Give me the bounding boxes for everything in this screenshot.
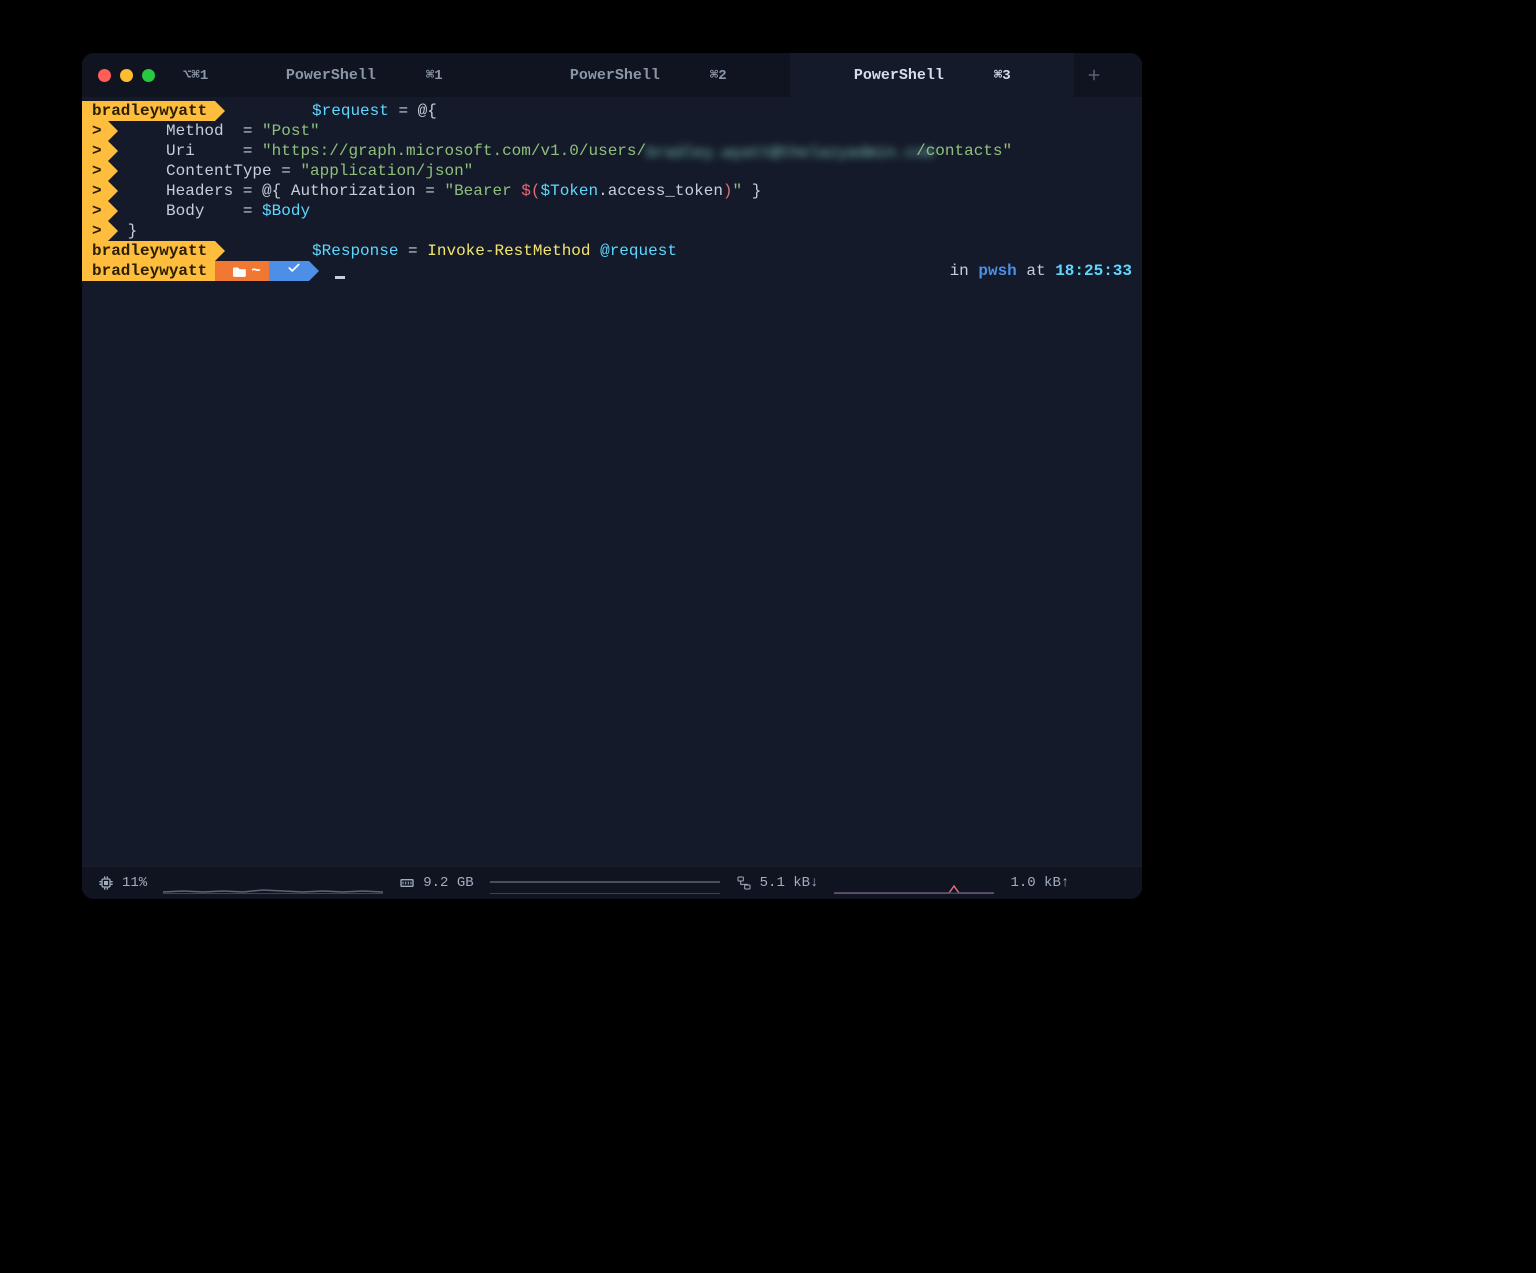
network-icon bbox=[736, 875, 752, 891]
prompt-continuation: > bbox=[82, 161, 108, 181]
new-tab-button[interactable] bbox=[1074, 53, 1114, 97]
prompt-continuation: > bbox=[82, 181, 108, 201]
prompt-continuation: > bbox=[82, 221, 108, 241]
tab-label: PowerShell bbox=[570, 67, 660, 84]
cpu-value: 11% bbox=[122, 875, 147, 891]
tab-powershell-2[interactable]: PowerShell ⌘2 bbox=[506, 53, 790, 97]
tab-shortcut: ⌘3 bbox=[994, 67, 1011, 84]
zoom-icon[interactable] bbox=[142, 69, 155, 82]
timestamp: 18:25:33 bbox=[1055, 262, 1132, 280]
folder-icon bbox=[233, 265, 247, 277]
terminal-window: ⌥⌘1 PowerShell ⌘1 PowerShell ⌘2 PowerShe… bbox=[82, 53, 1142, 899]
tab-label: PowerShell bbox=[286, 67, 376, 84]
check-icon bbox=[287, 261, 301, 275]
memory-value: 9.2 GB bbox=[423, 875, 473, 891]
prompt-user: bradleywyatt bbox=[82, 261, 215, 281]
prompt-continuation: > bbox=[82, 201, 108, 221]
prompt-user: bradleywyatt bbox=[82, 241, 215, 261]
tab-shortcut: ⌥⌘1 bbox=[183, 67, 208, 84]
network-up-status: 1.0 kB↑ bbox=[1010, 875, 1069, 891]
window-controls bbox=[82, 53, 169, 97]
redacted-email: bradley.wyatt@thelazyadmin.com bbox=[646, 143, 916, 159]
prompt-user: bradleywyatt bbox=[82, 101, 215, 121]
plus-icon bbox=[1085, 66, 1103, 84]
network-status: 5.1 kB↓ bbox=[736, 875, 819, 891]
terminal-line: > Headers = @{ Authorization = "Bearer $… bbox=[82, 181, 1142, 201]
cpu-icon bbox=[98, 875, 114, 891]
close-icon[interactable] bbox=[98, 69, 111, 82]
network-up: 1.0 kB↑ bbox=[1010, 875, 1069, 891]
prompt-status bbox=[269, 261, 309, 281]
minimize-icon[interactable] bbox=[120, 69, 133, 82]
prompt-continuation: > bbox=[82, 141, 108, 161]
network-graph bbox=[834, 873, 994, 894]
terminal-line: > Uri = "https://graph.microsoft.com/v1.… bbox=[82, 141, 1142, 161]
prompt-continuation: > bbox=[82, 121, 108, 141]
titlebar: ⌥⌘1 PowerShell ⌘1 PowerShell ⌘2 PowerShe… bbox=[82, 53, 1142, 97]
cursor bbox=[335, 276, 345, 279]
terminal-line: bradleywyatt ~ in pwsh at 18:25:33 bbox=[82, 261, 1142, 281]
tab-leader[interactable]: ⌥⌘1 bbox=[169, 53, 222, 97]
terminal-line: bradleywyatt $Response = Invoke-RestMeth… bbox=[82, 241, 1142, 261]
memory-graph bbox=[490, 873, 720, 894]
tab-powershell-3[interactable]: PowerShell ⌘3 bbox=[790, 53, 1074, 97]
terminal-body[interactable]: bradleywyatt $request = @{ > Method = "P… bbox=[82, 97, 1142, 866]
shell-name: pwsh bbox=[978, 262, 1016, 280]
terminal-line: bradleywyatt $request = @{ bbox=[82, 101, 1142, 121]
network-down: 5.1 kB↓ bbox=[760, 875, 819, 891]
tab-shortcut: ⌘1 bbox=[426, 67, 443, 84]
terminal-line: > Body = $Body bbox=[82, 201, 1142, 221]
status-bar: 11% 9.2 GB 5.1 kB↓ bbox=[82, 866, 1142, 899]
right-prompt: in pwsh at 18:25:33 bbox=[950, 261, 1132, 281]
memory-icon bbox=[399, 875, 415, 891]
terminal-line: > Method = "Post" bbox=[82, 121, 1142, 141]
memory-status: 9.2 GB bbox=[399, 875, 473, 891]
terminal-line: > ContentType = "application/json" bbox=[82, 161, 1142, 181]
prompt-dir: ~ bbox=[215, 261, 269, 281]
variable: $request bbox=[312, 102, 389, 120]
tab-label: PowerShell bbox=[854, 67, 944, 84]
tab-shortcut: ⌘2 bbox=[710, 67, 727, 84]
cpu-graph bbox=[163, 873, 383, 894]
tab-powershell-1[interactable]: PowerShell ⌘1 bbox=[222, 53, 506, 97]
cpu-status: 11% bbox=[98, 875, 147, 891]
